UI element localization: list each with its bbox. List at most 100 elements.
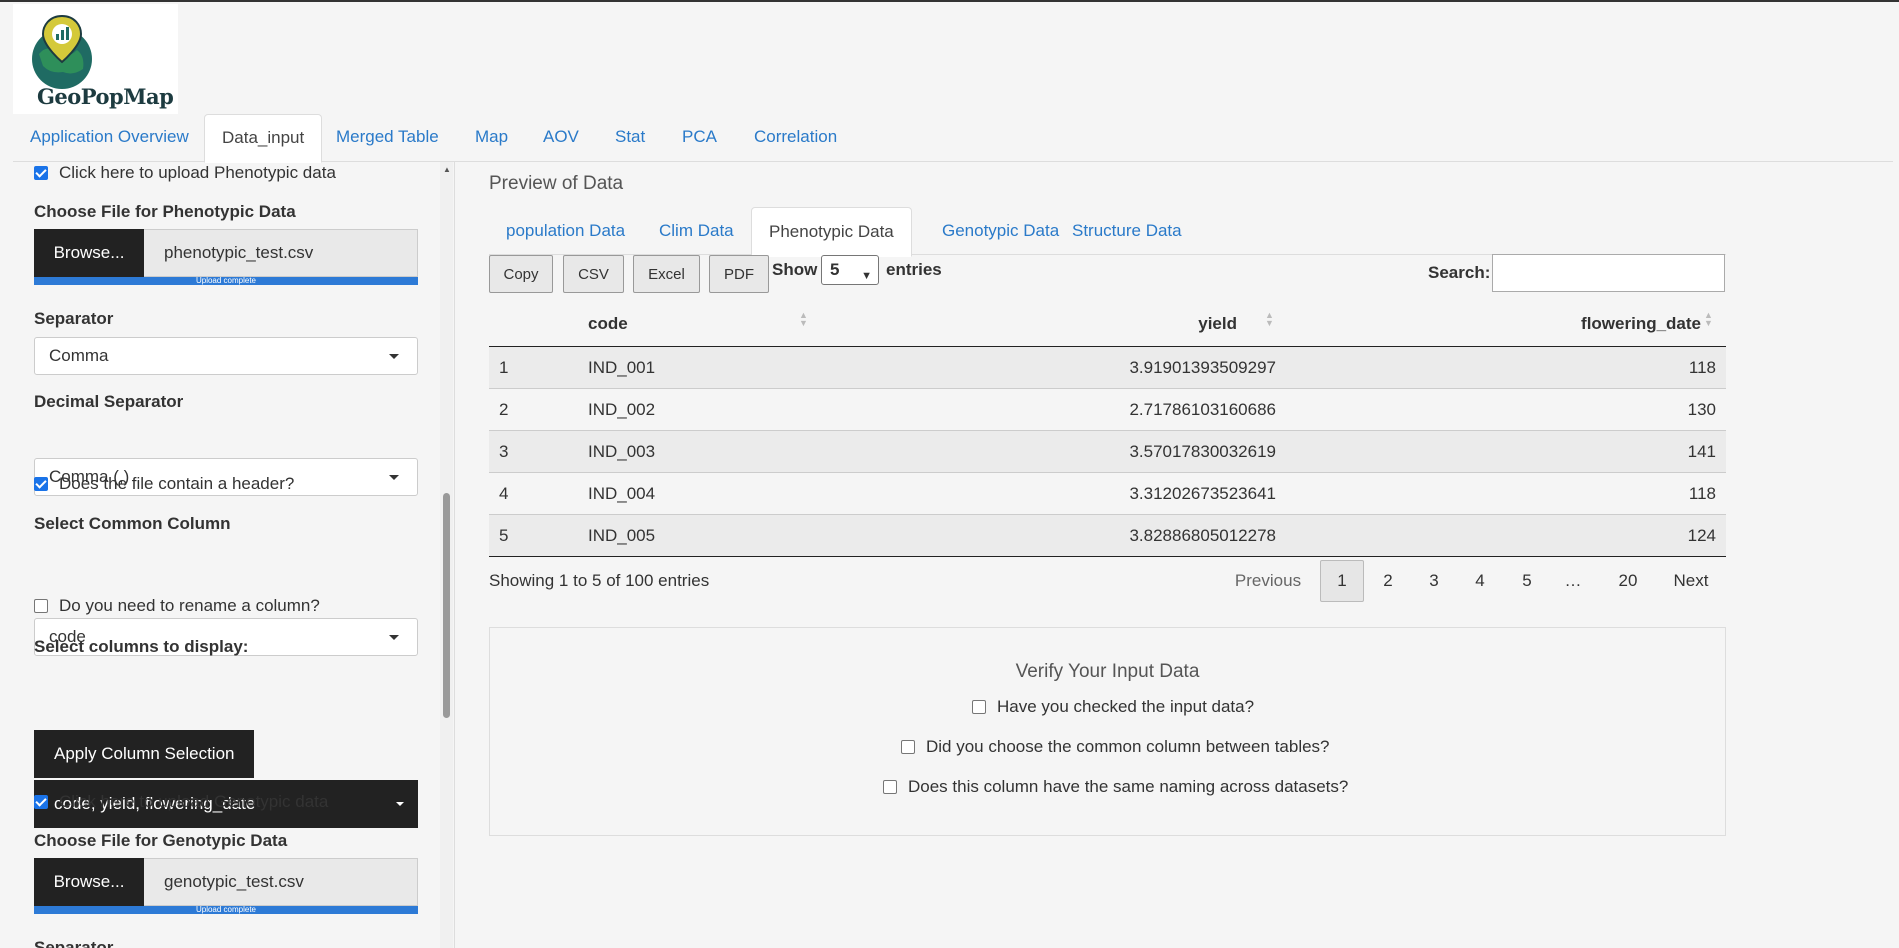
verify-label: Does this column have the same naming ac…: [908, 777, 1349, 796]
checkbox-unchecked-icon[interactable]: [883, 780, 897, 794]
cell-yield: 3.31202673523641: [1129, 484, 1276, 503]
checkbox-checked-icon[interactable]: [34, 795, 48, 809]
header-yield[interactable]: yield: [1198, 314, 1237, 334]
pagination-page-3[interactable]: 3: [1413, 560, 1455, 602]
pagination-ellipsis: …: [1564, 571, 1582, 590]
common-column-label: Select Common Column: [34, 514, 231, 533]
sidebar-panel: Click here to upload Phenotypic data Cho…: [13, 162, 455, 948]
verify-checkbox-input-data[interactable]: Have you checked the input data?: [972, 697, 1254, 717]
checkbox-unchecked-icon[interactable]: [972, 700, 986, 714]
caret-down-icon: [389, 354, 399, 359]
cell-flowering-date: 141: [1687, 442, 1716, 461]
geno-filename: genotypic_test.csv: [144, 858, 418, 906]
cell-yield: 3.82886805012278: [1129, 526, 1276, 545]
tab-genotypic-data[interactable]: Genotypic Data: [925, 207, 1076, 254]
geno-file-input[interactable]: Browse... genotypic_test.csv: [34, 858, 418, 906]
upload-phenotypic-checkbox[interactable]: Click here to upload Phenotypic data: [34, 163, 336, 183]
verify-checkbox-same-naming[interactable]: Does this column have the same naming ac…: [883, 777, 1348, 797]
tab-map[interactable]: Map: [458, 114, 525, 160]
display-columns-label: Select columns to display:: [34, 637, 249, 656]
cell-code: IND_005: [588, 526, 656, 545]
checkbox-checked-icon[interactable]: [34, 166, 48, 180]
decimal-separator-label: Decimal Separator: [34, 392, 184, 411]
tab-aov[interactable]: AOV: [526, 114, 596, 160]
verify-title: Verify Your Input Data: [1015, 661, 1200, 682]
upload-genotypic-checkbox[interactable]: Click here to upload Genotypic data: [34, 792, 328, 812]
verify-panel: Verify Your Input Data Have you checked …: [489, 627, 1726, 836]
sort-icon[interactable]: ▲ ▼: [1265, 311, 1274, 328]
checkbox-unchecked-icon[interactable]: [901, 740, 915, 754]
row-index: 3: [499, 442, 509, 461]
cell-yield: 3.91901393509297: [1129, 358, 1276, 377]
copy-button[interactable]: Copy: [489, 255, 553, 293]
verify-label: Did you choose the common column between…: [926, 737, 1330, 756]
rename-column-label: Do you need to rename a column?: [59, 596, 320, 615]
tab-population-data[interactable]: population Data: [489, 207, 642, 254]
pagination-page-5[interactable]: 5: [1506, 560, 1548, 602]
tab-application-overview[interactable]: Application Overview: [13, 114, 206, 160]
show-label: Show: [772, 260, 818, 279]
pagination-previous[interactable]: Previous: [1222, 560, 1314, 602]
table-row: 4 IND_004 3.31202673523641 118: [489, 473, 1726, 515]
pagination-next[interactable]: Next: [1661, 560, 1721, 602]
header-flowering-date[interactable]: flowering_date: [1581, 314, 1701, 334]
tab-phenotypic-data[interactable]: Phenotypic Data: [751, 207, 912, 257]
row-index: 4: [499, 484, 509, 503]
pheno-file-input[interactable]: Browse... phenotypic_test.csv: [34, 229, 418, 277]
geno-file-label: Choose File for Genotypic Data: [34, 831, 288, 850]
checkbox-unchecked-icon[interactable]: [34, 599, 48, 613]
table-header: code ▲ ▼ yield ▲ ▼ flowering_date ▲ ▼: [489, 302, 1726, 347]
excel-button[interactable]: Excel: [633, 255, 700, 293]
caret-down-icon: [389, 635, 399, 640]
tab-data-input[interactable]: Data_input: [204, 114, 323, 163]
table-row: 3 IND_003 3.57017830032619 141: [489, 431, 1726, 473]
pdf-button[interactable]: PDF: [709, 255, 769, 293]
tab-clim-data[interactable]: Clim Data: [642, 207, 751, 254]
table-row: 1 IND_001 3.91901393509297 118: [489, 347, 1726, 389]
checkbox-checked-icon[interactable]: [34, 477, 48, 491]
geno-upload-progress: Upload complete: [34, 906, 418, 914]
tab-correlation[interactable]: Correlation: [737, 114, 854, 160]
separator-select[interactable]: Comma: [34, 337, 418, 375]
pagination-page-2[interactable]: 2: [1367, 560, 1409, 602]
page-length-select[interactable]: 5 ▼: [821, 255, 879, 285]
search-input[interactable]: [1492, 254, 1725, 292]
separator-label: Separator: [34, 309, 114, 328]
header-checkbox[interactable]: Does the file contain a header?: [34, 474, 294, 494]
upload-genotypic-label: Click here to upload Genotypic data: [59, 792, 329, 811]
tab-stat[interactable]: Stat: [598, 114, 662, 160]
table-row: 5 IND_005 3.82886805012278 124: [489, 515, 1726, 557]
preview-title: Preview of Data: [489, 173, 624, 194]
geno-browse-button[interactable]: Browse...: [34, 858, 144, 906]
cell-flowering-date: 118: [1688, 358, 1716, 377]
cell-code: IND_001: [588, 358, 656, 377]
sort-icon[interactable]: ▲ ▼: [1704, 311, 1713, 328]
pagination-page-1[interactable]: 1: [1320, 560, 1364, 602]
pheno-filename: phenotypic_test.csv: [144, 229, 418, 277]
tab-pca[interactable]: PCA: [665, 114, 734, 160]
page-length-value: 5: [830, 260, 840, 279]
apply-column-selection-button[interactable]: Apply Column Selection: [34, 730, 255, 778]
data-subtabs: population Data Clim Data Phenotypic Dat…: [489, 207, 1726, 257]
row-index: 2: [499, 400, 509, 419]
scroll-up-arrow-icon[interactable]: ▲: [443, 165, 451, 174]
header-checkbox-label: Does the file contain a header?: [59, 474, 295, 493]
tab-structure-data[interactable]: Structure Data: [1055, 207, 1199, 254]
pagination-page-20[interactable]: 20: [1605, 560, 1651, 602]
cell-code: IND_003: [588, 442, 656, 461]
table-info: Showing 1 to 5 of 100 entries: [489, 571, 710, 590]
header-code[interactable]: code: [588, 314, 628, 334]
tab-merged-table[interactable]: Merged Table: [319, 114, 456, 160]
csv-button[interactable]: CSV: [563, 255, 624, 293]
verify-label: Have you checked the input data?: [997, 697, 1255, 716]
logo-text: GeoPopMap: [37, 84, 174, 109]
rename-column-checkbox[interactable]: Do you need to rename a column?: [34, 596, 320, 616]
pheno-browse-button[interactable]: Browse...: [34, 229, 144, 277]
pagination-page-4[interactable]: 4: [1459, 560, 1501, 602]
scrollbar-thumb[interactable]: [443, 493, 450, 718]
sidebar-scrollbar[interactable]: ▲: [440, 162, 453, 948]
sort-icon[interactable]: ▲ ▼: [799, 311, 808, 328]
verify-checkbox-common-column[interactable]: Did you choose the common column between…: [901, 737, 1330, 757]
row-index: 1: [499, 358, 509, 377]
row-index: 5: [499, 526, 509, 545]
